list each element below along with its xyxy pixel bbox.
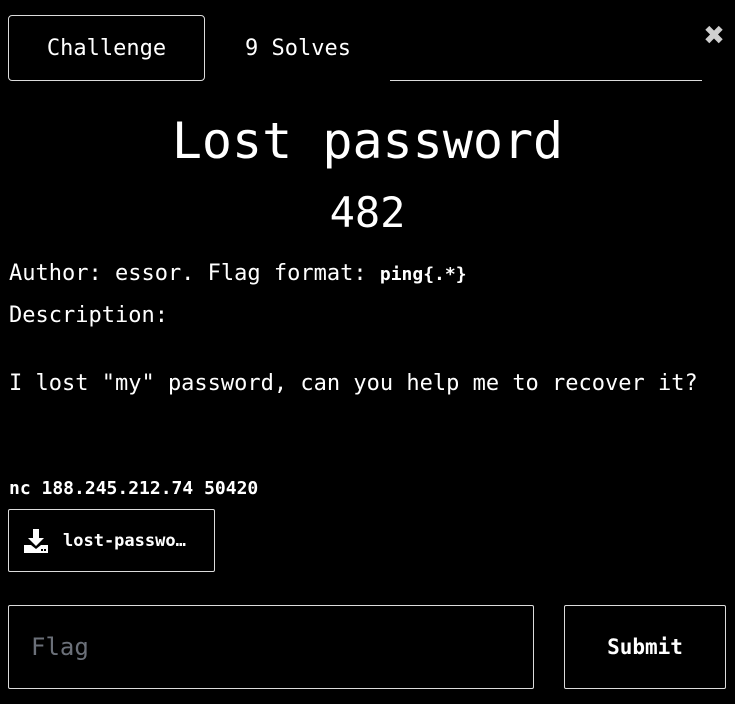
close-icon: ✖ [703, 21, 725, 51]
author-line: Author: essor. Flag format: ping{.*} [9, 256, 467, 293]
author-text: Author: essor. Flag format: [9, 261, 380, 286]
tab-challenge[interactable]: Challenge [8, 15, 205, 81]
tab-solves[interactable]: 9 Solves [218, 15, 378, 81]
submit-button[interactable]: Submit [564, 605, 726, 689]
tab-divider [390, 80, 702, 81]
challenge-points: 482 [329, 188, 406, 237]
connection-command: nc 188.245.212.74 50420 [9, 478, 259, 499]
download-file-label: lost-password [63, 530, 193, 551]
description-text: I lost "my" password, can you help me to… [9, 371, 698, 396]
flag-input[interactable] [8, 605, 534, 689]
download-icon [24, 528, 48, 553]
flag-format-code: ping{.*} [379, 264, 467, 285]
challenge-title: Lost password [171, 112, 564, 170]
close-button[interactable]: ✖ [700, 20, 728, 52]
description-heading: Description: [9, 303, 168, 328]
download-file-button[interactable]: lost-password [8, 509, 215, 572]
